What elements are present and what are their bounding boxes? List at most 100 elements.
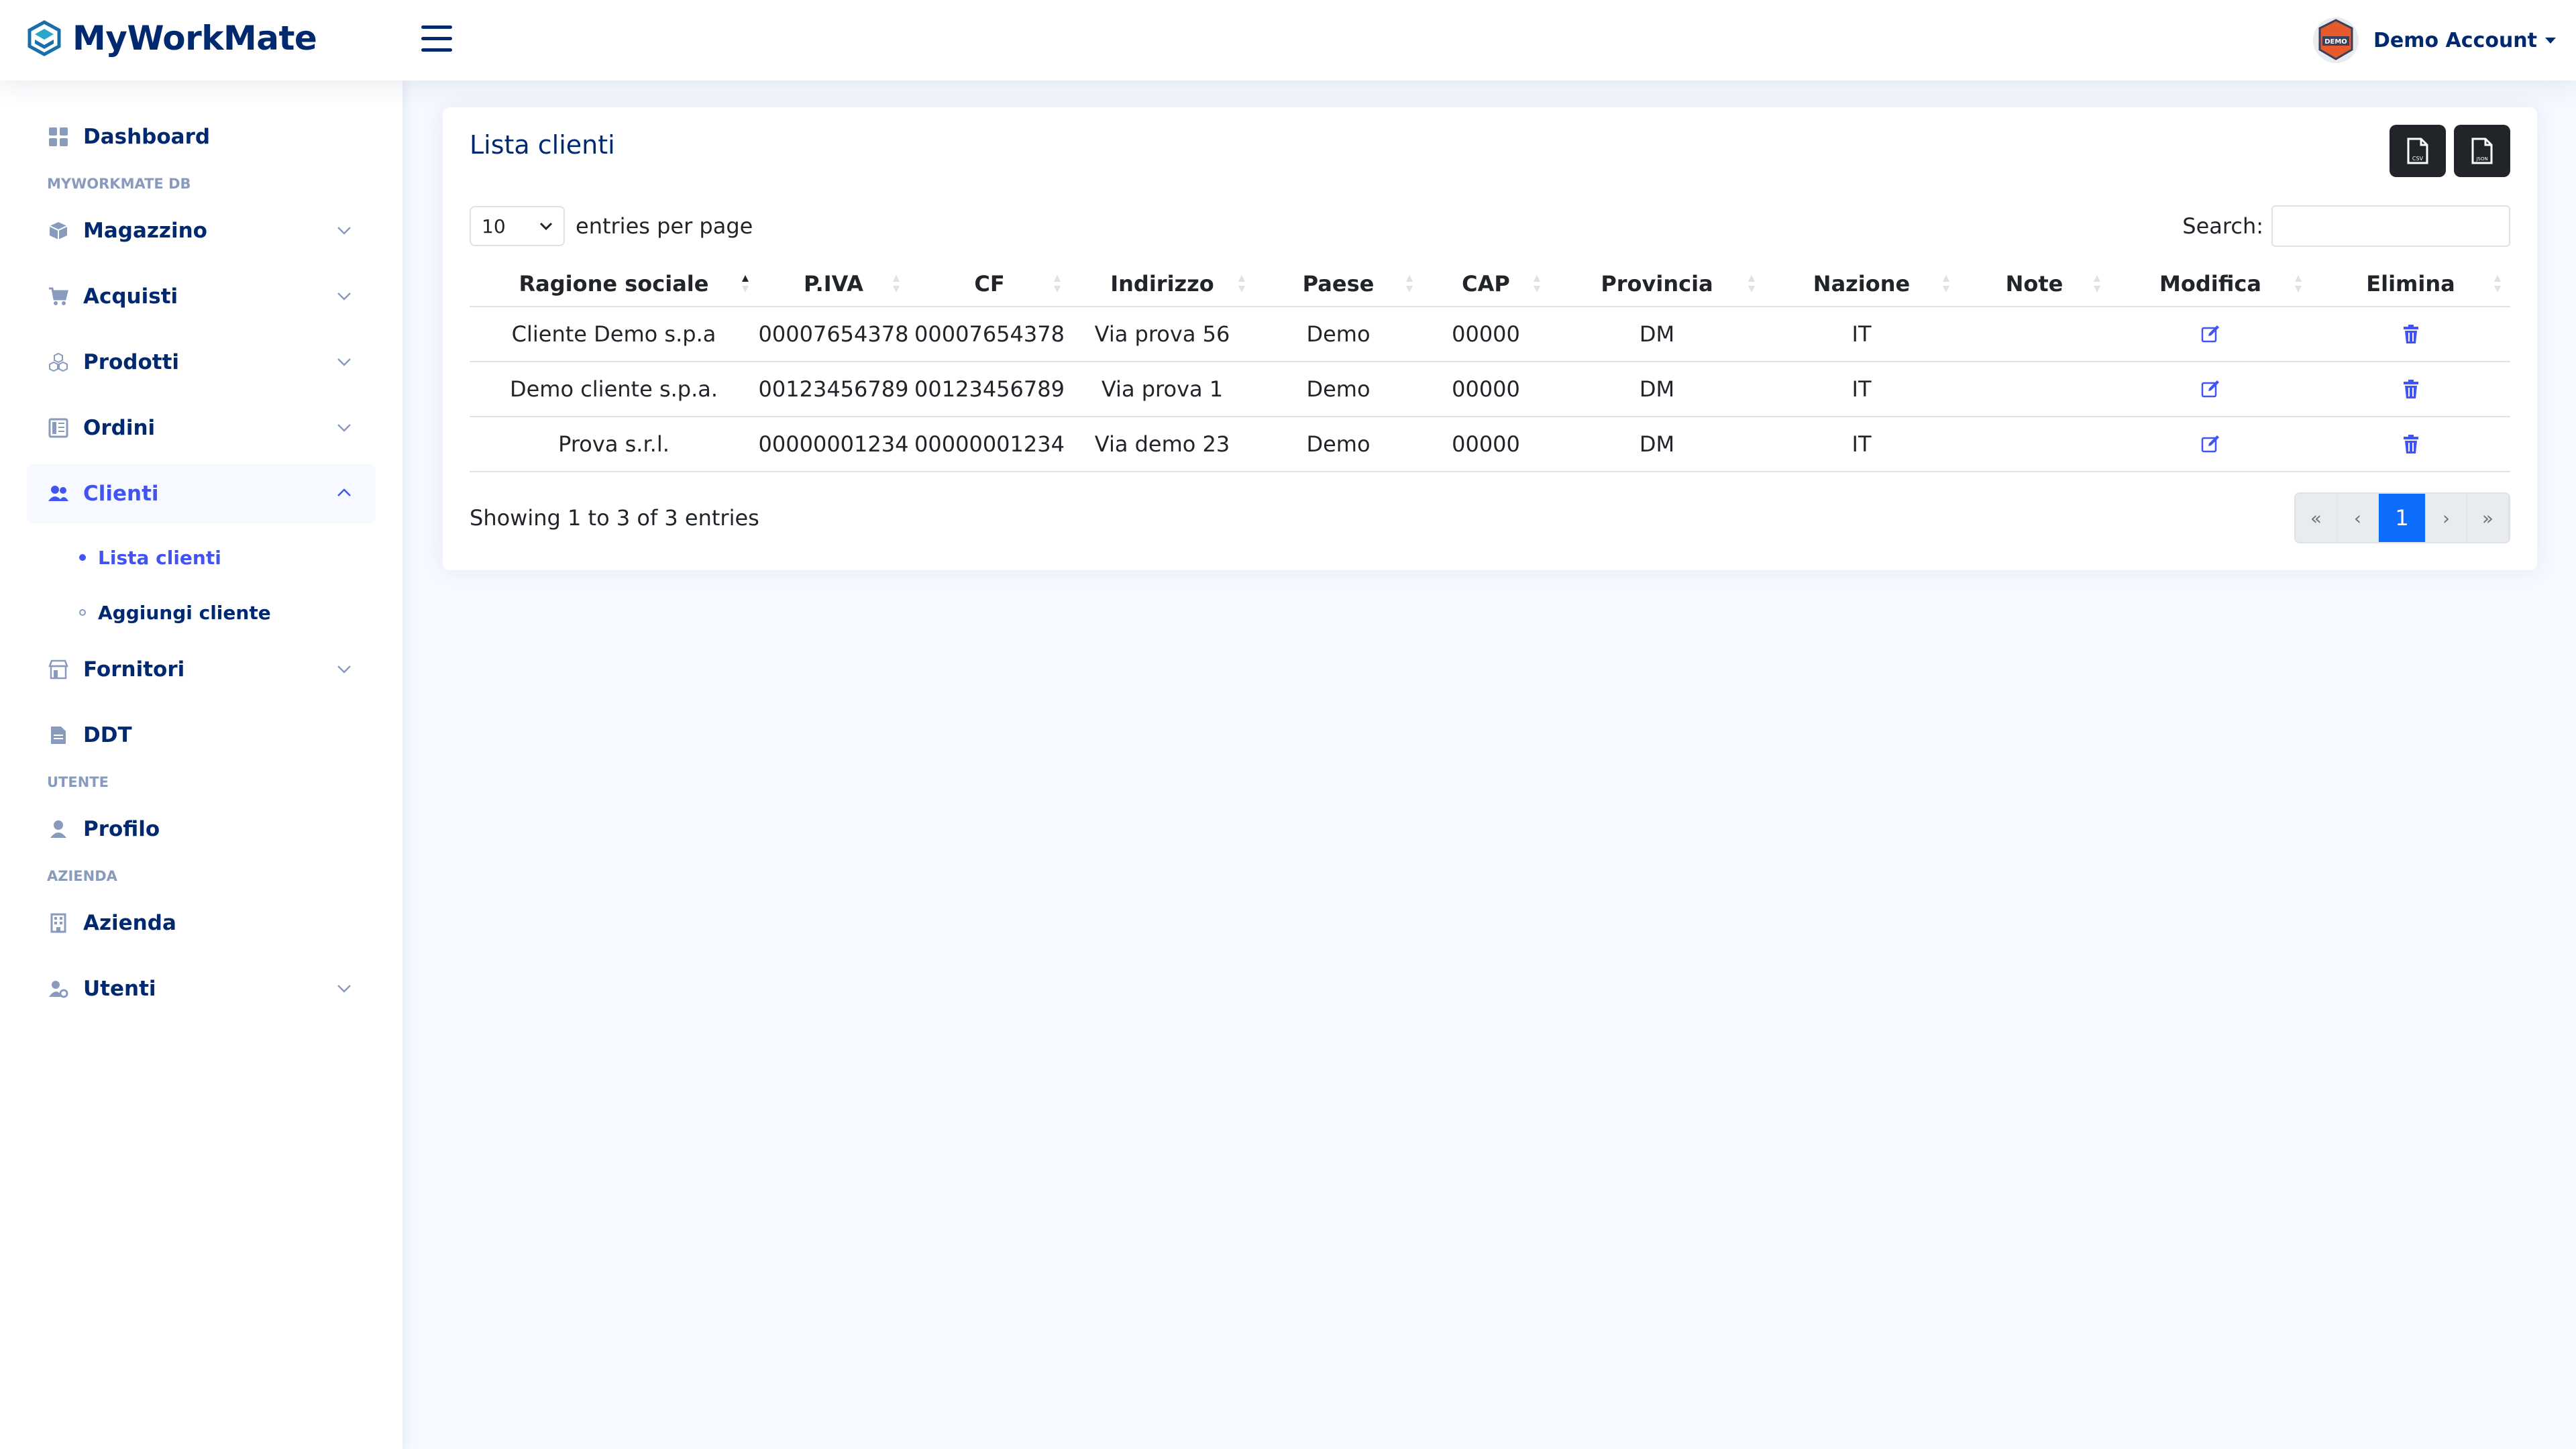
page-first-button[interactable]: « [2296, 494, 2337, 542]
column-header-modifica[interactable]: Modifica [2110, 262, 2311, 306]
sidebar-item-acquisti[interactable]: Acquisti [27, 267, 376, 326]
sidebar-item-dashboard[interactable]: Dashboard [27, 107, 376, 166]
sort-icon [1748, 275, 1755, 292]
edit-icon[interactable] [2200, 379, 2220, 399]
top-header: MyWorkMate DEMO Demo Account [0, 0, 2576, 80]
column-header-label: Modifica [2159, 271, 2261, 297]
cell-indirizzo: Via prova 1 [1101, 376, 1224, 402]
export-json-button[interactable]: JSON [2454, 125, 2510, 177]
column-header-label: Provincia [1601, 271, 1713, 297]
section-heading-azienda: AZIENDA [47, 868, 117, 884]
cell-ragione-sociale: Demo cliente s.p.a. [509, 376, 718, 402]
entries-info: Showing 1 to 3 of 3 entries [470, 505, 759, 531]
bullet-icon [79, 554, 86, 561]
page-1-button[interactable]: 1 [2379, 494, 2426, 542]
cell-elimina [2311, 362, 2510, 416]
cell-cap: 00000 [1452, 321, 1520, 347]
chevron-down-icon [337, 985, 351, 993]
bullet-icon [79, 609, 86, 616]
column-header-provincia[interactable]: Provincia [1550, 262, 1764, 306]
menu-toggle-icon[interactable] [421, 25, 452, 55]
table-header-row: Ragione sociale P.IVA CF Indirizzo Paese… [470, 262, 2510, 307]
account-menu[interactable]: DEMO Demo Account [2310, 15, 2556, 66]
chevron-down-icon [337, 358, 351, 366]
sidebar-item-azienda[interactable]: Azienda [27, 894, 376, 953]
cell-piva: 00000001234 [758, 431, 909, 457]
column-header-cf[interactable]: CF [909, 262, 1070, 306]
chevron-down-icon [539, 222, 553, 231]
column-header-label: Note [2005, 271, 2063, 297]
column-header-note[interactable]: Note [1959, 262, 2110, 306]
sidebar-subitem-lista-clienti[interactable]: Lista clienti [27, 530, 376, 585]
layout-icon [47, 417, 70, 439]
cell-provincia: DM [1639, 431, 1675, 457]
table-row: Demo cliente s.p.a. 00123456789 00123456… [470, 362, 2510, 417]
sidebar-item-utenti[interactable]: Utenti [27, 959, 376, 1018]
sort-icon [1238, 275, 1245, 292]
trash-icon[interactable] [2401, 324, 2421, 344]
pagination: « ‹ 1 › » [2294, 492, 2510, 543]
cell-piva: 00123456789 [758, 376, 909, 402]
svg-text:CSV: CSV [2412, 156, 2424, 162]
table-controls: 10 entries per page Search: [470, 205, 2510, 247]
search-input[interactable] [2271, 205, 2510, 247]
sidebar-item-magazzino[interactable]: Magazzino [27, 201, 376, 260]
sort-icon [1406, 275, 1413, 292]
sidebar-subitem-aggiungi-cliente[interactable]: Aggiungi cliente [27, 585, 376, 640]
sidebar-item-label: DDT [83, 723, 132, 747]
people-icon [47, 482, 70, 505]
sidebar-item-ddt[interactable]: DDT [27, 706, 376, 765]
column-header-elimina[interactable]: Elimina [2311, 262, 2510, 306]
export-csv-button[interactable]: CSV [2390, 125, 2446, 177]
column-header-cap[interactable]: CAP [1422, 262, 1550, 306]
page-prev-button[interactable]: ‹ [2337, 494, 2379, 542]
chevron-down-icon [2545, 37, 2556, 44]
cell-piva: 00007654378 [758, 321, 909, 347]
entries-per-page-value: 10 [482, 215, 506, 237]
trash-icon[interactable] [2401, 379, 2421, 399]
cell-paese: Demo [1306, 376, 1371, 402]
column-header-paese[interactable]: Paese [1254, 262, 1422, 306]
cell-cf: 00000001234 [914, 431, 1065, 457]
column-header-label: Paese [1302, 271, 1375, 297]
cell-note [1959, 307, 2110, 361]
sidebar-item-profilo[interactable]: Profilo [27, 800, 376, 859]
edit-icon[interactable] [2200, 324, 2220, 344]
cell-note [1959, 362, 2110, 416]
cell-modifica [2110, 362, 2311, 416]
sidebar-item-clienti[interactable]: Clienti [27, 464, 376, 523]
trash-icon[interactable] [2401, 434, 2421, 454]
sidebar-item-label: Fornitori [83, 657, 185, 682]
cell-nazione: IT [1851, 376, 1872, 402]
page-title: Lista clienti [470, 130, 615, 160]
clients-table: Ragione sociale P.IVA CF Indirizzo Paese… [470, 262, 2510, 472]
table-footer: Showing 1 to 3 of 3 entries « ‹ 1 › » [470, 492, 2510, 543]
sidebar-item-prodotti[interactable]: Prodotti [27, 333, 376, 392]
account-name: Demo Account [2373, 28, 2537, 52]
sidebar-item-label: Magazzino [83, 219, 207, 243]
cell-cf: 00007654378 [914, 321, 1065, 347]
edit-icon[interactable] [2200, 434, 2220, 454]
entries-per-page-select[interactable]: 10 [470, 206, 565, 246]
sort-icon [1943, 275, 1949, 292]
cell-nazione: IT [1851, 321, 1872, 347]
cell-ragione-sociale: Prova s.r.l. [558, 431, 669, 457]
sort-icon [2494, 275, 2501, 292]
sidebar-item-fornitori[interactable]: Fornitori [27, 640, 376, 699]
column-header-label: P.IVA [804, 271, 863, 297]
cell-ragione-sociale: Cliente Demo s.p.a [511, 321, 716, 347]
column-header-piva[interactable]: P.IVA [758, 262, 909, 306]
sidebar-item-ordini[interactable]: Ordini [27, 398, 376, 458]
page-next-button[interactable]: › [2426, 494, 2467, 542]
column-header-nazione[interactable]: Nazione [1764, 262, 1959, 306]
cell-paese: Demo [1306, 431, 1371, 457]
app-logo[interactable]: MyWorkMate [25, 19, 317, 58]
column-header-indirizzo[interactable]: Indirizzo [1070, 262, 1254, 306]
cell-provincia: DM [1639, 376, 1675, 402]
column-header-ragione-sociale[interactable]: Ragione sociale [470, 262, 758, 306]
sidebar: Dashboard MYWORKMATE DB Magazzino Acquis… [0, 80, 402, 1449]
shop-icon [47, 658, 70, 681]
chevron-down-icon [337, 227, 351, 235]
sort-icon [893, 275, 900, 292]
page-last-button[interactable]: » [2467, 494, 2509, 542]
